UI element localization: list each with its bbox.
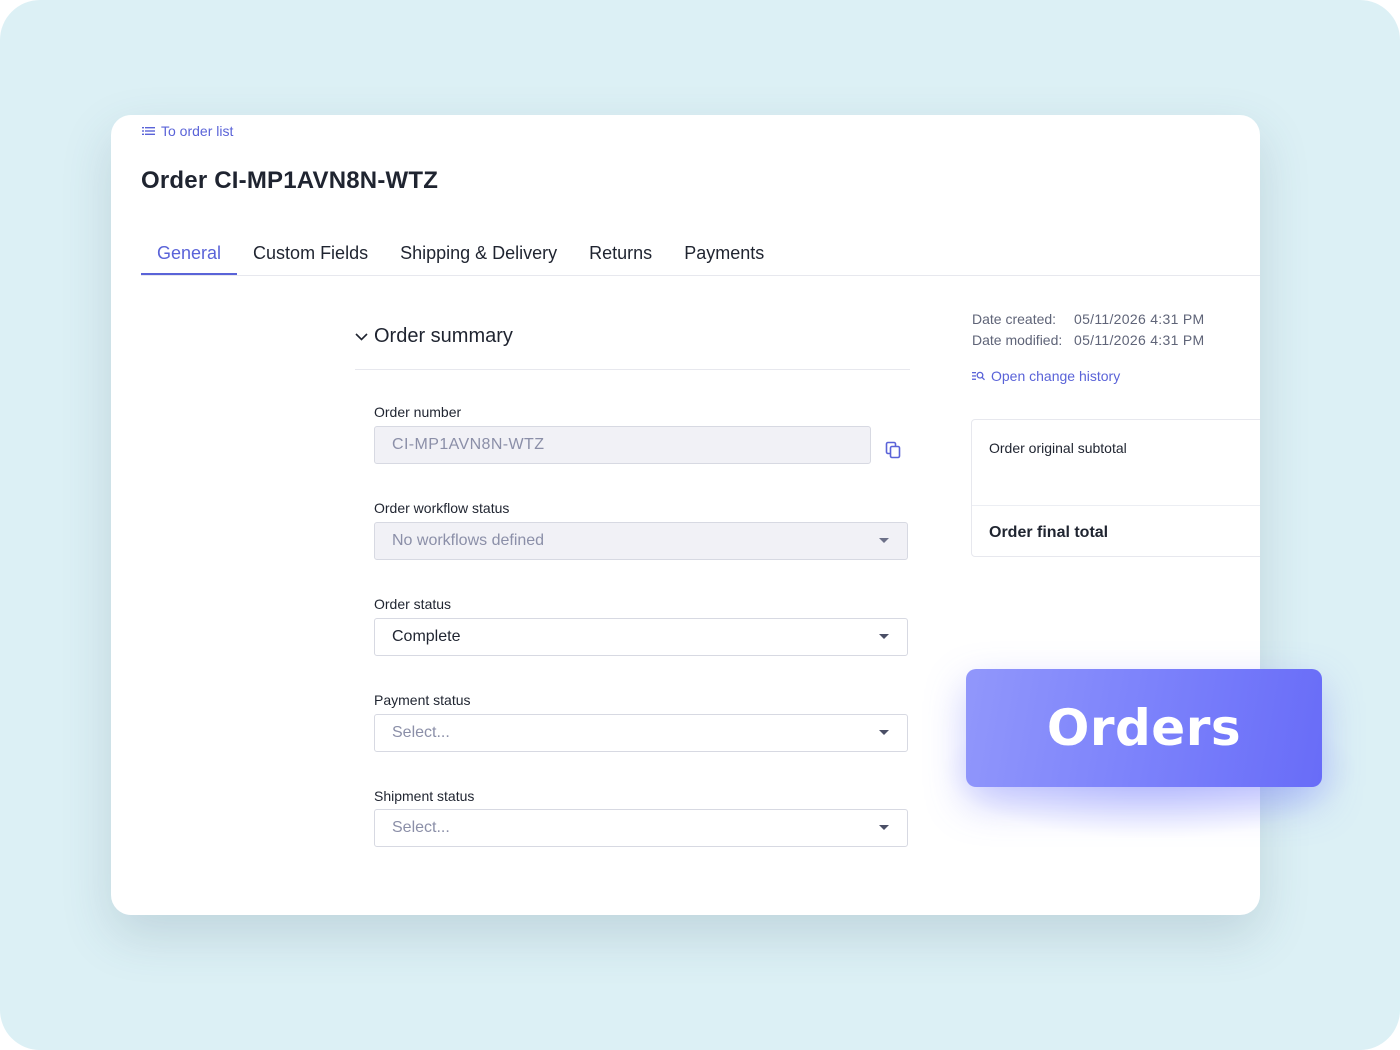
caret-down-icon xyxy=(879,730,889,735)
tab-general[interactable]: General xyxy=(141,243,238,275)
payment-status-select[interactable]: Select... xyxy=(374,714,908,752)
orders-badge-label: Orders xyxy=(1046,699,1242,757)
order-number-field: CI-MP1AVN8N-WTZ xyxy=(374,426,871,464)
copy-icon[interactable] xyxy=(885,441,901,459)
order-number-value: CI-MP1AVN8N-WTZ xyxy=(392,436,545,453)
order-number-label: Order number xyxy=(374,404,462,420)
order-status-select[interactable]: Complete xyxy=(374,618,908,656)
workflow-status-label: Order workflow status xyxy=(374,500,510,516)
open-change-history-link[interactable]: Open change history xyxy=(972,368,1120,384)
order-status-value: Complete xyxy=(392,628,461,645)
tab-custom-fields[interactable]: Custom Fields xyxy=(237,243,384,274)
date-created: Date created: 05/11/2026 4:31 PM xyxy=(972,311,1204,327)
list-icon xyxy=(142,127,155,135)
page-background: To order list Order CI-MP1AVN8N-WTZ Gene… xyxy=(0,0,1400,1050)
tab-payments[interactable]: Payments xyxy=(668,243,780,274)
totals-divider xyxy=(972,505,1260,506)
section-title: Order summary xyxy=(374,325,513,347)
order-totals-panel: Order original subtotal Order final tota… xyxy=(971,419,1260,557)
page-title: Order CI-MP1AVN8N-WTZ xyxy=(141,167,439,194)
caret-down-icon xyxy=(879,634,889,639)
date-modified-label: Date modified: xyxy=(972,332,1063,348)
date-created-label: Date created: xyxy=(972,311,1057,327)
tab-bar: General Custom Fields Shipping & Deliver… xyxy=(141,243,1260,276)
orders-badge: Orders xyxy=(966,669,1322,787)
back-to-order-list-link[interactable]: To order list xyxy=(142,123,233,139)
workflow-status-select: No workflows defined xyxy=(374,522,908,560)
back-link-label: To order list xyxy=(161,123,234,139)
tab-returns[interactable]: Returns xyxy=(573,243,668,274)
date-modified-value: 05/11/2026 4:31 PM xyxy=(1074,332,1205,348)
caret-down-icon xyxy=(879,825,889,830)
section-divider xyxy=(355,369,910,370)
caret-down-icon xyxy=(879,538,889,543)
shipment-status-placeholder: Select... xyxy=(392,819,450,836)
payment-status-label: Payment status xyxy=(374,692,471,708)
shipment-status-label: Shipment status xyxy=(374,788,475,804)
history-link-label: Open change history xyxy=(991,368,1121,384)
date-modified: Date modified: 05/11/2026 4:31 PM xyxy=(972,332,1204,348)
date-created-value: 05/11/2026 4:31 PM xyxy=(1074,311,1205,327)
order-status-label: Order status xyxy=(374,596,452,612)
order-summary-toggle[interactable]: Order summary xyxy=(355,325,513,348)
final-total-label: Order final total xyxy=(989,524,1109,541)
workflow-status-value: No workflows defined xyxy=(392,532,545,549)
shipment-status-select[interactable]: Select... xyxy=(374,809,908,847)
original-subtotal-label: Order original subtotal xyxy=(989,440,1127,456)
payment-status-placeholder: Select... xyxy=(392,724,450,741)
tab-shipping-delivery[interactable]: Shipping & Delivery xyxy=(384,243,573,274)
history-search-icon xyxy=(972,371,985,381)
chevron-down-icon xyxy=(355,332,368,341)
